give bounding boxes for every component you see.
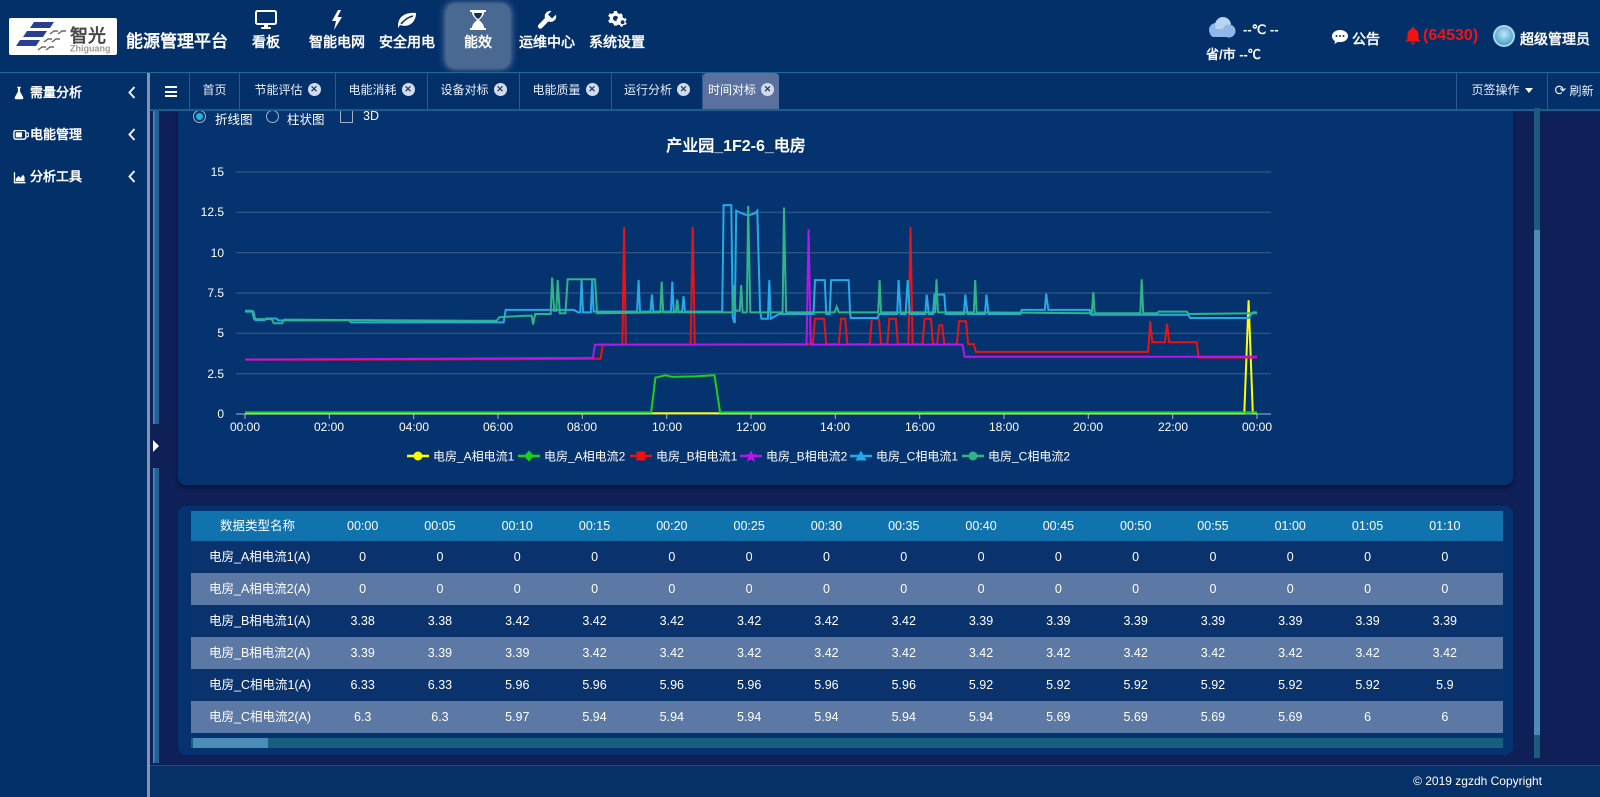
svg-text:5: 5 [217,326,224,340]
svg-text:0: 0 [217,407,224,421]
svg-text:15: 15 [211,165,225,179]
svg-text:电房_B相电流1: 电房_B相电流1 [656,449,738,464]
svg-text:7.5: 7.5 [207,286,224,300]
svg-text:10: 10 [211,246,225,260]
svg-text:08:00: 08:00 [567,420,597,434]
svg-text:2.5: 2.5 [207,367,224,381]
svg-text:电房_C相电流1: 电房_C相电流1 [876,449,958,464]
svg-text:00:00: 00:00 [1242,420,1272,434]
svg-text:02:00: 02:00 [314,420,344,434]
svg-text:10:00: 10:00 [652,420,682,434]
svg-text:22:00: 22:00 [1158,420,1188,434]
svg-text:14:00: 14:00 [820,420,850,434]
svg-text:12.5: 12.5 [201,205,225,219]
svg-text:16:00: 16:00 [905,420,935,434]
svg-text:电房_B相电流2: 电房_B相电流2 [766,449,848,464]
svg-text:04:00: 04:00 [399,420,429,434]
svg-text:18:00: 18:00 [989,420,1019,434]
svg-text:06:00: 06:00 [483,420,513,434]
svg-text:电房_A相电流2: 电房_A相电流2 [544,449,626,464]
svg-text:电房_A相电流1: 电房_A相电流1 [433,449,515,464]
svg-text:Zhiguang: Zhiguang [70,44,111,54]
svg-text:12:00: 12:00 [736,420,766,434]
svg-text:20:00: 20:00 [1073,420,1103,434]
svg-text:00:00: 00:00 [230,420,260,434]
svg-text:电房_C相电流2: 电房_C相电流2 [988,449,1070,464]
